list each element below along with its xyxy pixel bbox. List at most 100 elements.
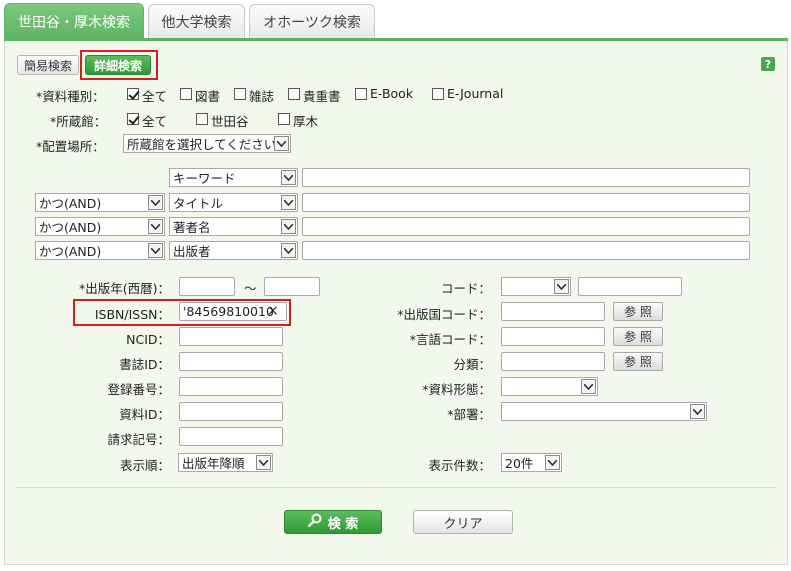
chevron-down-icon <box>281 170 296 185</box>
isbn-highlight <box>73 299 291 326</box>
tab-other-universities[interactable]: 他大学検索 <box>148 4 245 38</box>
chevron-down-icon <box>148 195 163 210</box>
operator-select-2[interactable]: かつ(AND) <box>35 193 165 212</box>
simple-search-button[interactable]: 簡易検索 <box>17 55 79 75</box>
sort-select[interactable]: 出版年降順 <box>178 453 273 472</box>
field-select-3-value: 著者名 <box>173 220 211 235</box>
clear-button[interactable]: クリア <box>413 510 513 534</box>
field-select-2-value: タイトル <box>173 196 224 211</box>
library-setagaya-checkbox[interactable] <box>196 113 208 125</box>
location-select-value: 所蔵館を選択してください <box>127 137 277 152</box>
call-no-label: 請求記号： <box>107 432 170 447</box>
chevron-down-icon <box>274 136 289 151</box>
field-select-1-value: キーワード <box>173 171 236 186</box>
classification-label: 分類： <box>453 357 491 372</box>
material-rare-label: 貴重書 <box>303 89 341 104</box>
material-type-label: *資料種別： <box>36 89 105 104</box>
material-magazine-checkbox[interactable] <box>234 88 246 100</box>
operator-select-3[interactable]: かつ(AND) <box>35 217 165 236</box>
library-setagaya-label: 世田谷 <box>211 114 249 129</box>
item-id-input[interactable] <box>179 402 283 421</box>
keyword-input-2[interactable] <box>302 193 750 212</box>
count-label: 表示件数： <box>428 458 491 473</box>
chevron-down-icon <box>581 379 596 394</box>
classification-ref-button[interactable]: 参 照 <box>613 352 663 371</box>
pub-year-tilde: ～ <box>244 281 257 296</box>
reg-no-input[interactable] <box>179 377 283 396</box>
field-select-3[interactable]: 著者名 <box>169 217 298 236</box>
chevron-down-icon <box>690 404 705 419</box>
keyword-input-3[interactable] <box>302 217 750 236</box>
pub-year-from-input[interactable] <box>179 277 235 296</box>
code-type-select[interactable] <box>501 277 571 296</box>
material-all-checkbox[interactable] <box>127 88 139 100</box>
tab-okhotsk[interactable]: オホーツク検索 <box>249 4 375 38</box>
material-magazine-label: 雑誌 <box>249 89 275 104</box>
operator-select-4[interactable]: かつ(AND) <box>35 241 165 260</box>
keyword-input-1[interactable] <box>302 168 750 187</box>
bib-id-label: 書誌ID： <box>119 357 170 372</box>
library-atsugi-checkbox[interactable] <box>278 113 290 125</box>
count-select[interactable]: 20件 <box>501 453 562 472</box>
pub-year-label: *出版年(西暦)： <box>78 281 170 296</box>
item-id-label: 資料ID： <box>119 407 170 422</box>
country-code-label: *出版国コード： <box>397 307 491 322</box>
language-code-input[interactable] <box>501 327 605 346</box>
chevron-down-icon <box>554 279 569 294</box>
country-code-ref-button[interactable]: 参 照 <box>613 302 663 321</box>
chevron-down-icon <box>545 455 560 470</box>
format-label: *資料形態： <box>422 382 491 397</box>
field-select-1[interactable]: キーワード <box>169 168 298 187</box>
material-ebook-checkbox[interactable] <box>355 88 367 100</box>
operator-select-4-value: かつ(AND) <box>39 244 102 259</box>
search-icon <box>307 513 322 531</box>
material-rare-checkbox[interactable] <box>288 88 300 100</box>
library-all-label: 全て <box>142 114 168 129</box>
holding-library-label: *所蔵館： <box>50 114 107 129</box>
divider <box>15 487 775 488</box>
search-button[interactable]: 検 索 <box>284 510 382 534</box>
call-no-input[interactable] <box>179 427 283 446</box>
sort-select-value: 出版年降順 <box>182 456 245 471</box>
field-select-2[interactable]: タイトル <box>169 193 298 212</box>
search-button-label: 検 索 <box>327 516 359 532</box>
country-code-input[interactable] <box>501 302 605 321</box>
format-select[interactable] <box>501 377 598 396</box>
language-code-ref-button[interactable]: 参 照 <box>613 327 663 346</box>
help-icon[interactable]: ? <box>761 57 775 71</box>
pub-year-to-input[interactable] <box>264 277 320 296</box>
library-atsugi-label: 厚木 <box>293 114 319 129</box>
library-all-checkbox[interactable] <box>127 113 139 125</box>
field-select-4[interactable]: 出版者 <box>169 241 298 260</box>
department-label: *部署： <box>447 407 491 422</box>
sort-label: 表示順： <box>119 458 170 473</box>
material-book-checkbox[interactable] <box>180 88 192 100</box>
reg-no-label: 登録番号： <box>107 382 170 397</box>
bib-id-input[interactable] <box>179 352 283 371</box>
chevron-down-icon <box>281 195 296 210</box>
chevron-down-icon <box>256 455 271 470</box>
ncid-input[interactable] <box>179 327 283 346</box>
chevron-down-icon <box>148 219 163 234</box>
advanced-search-highlight <box>80 50 158 80</box>
operator-select-3-value: かつ(AND) <box>39 220 102 235</box>
material-ejournal-label: E-Journal <box>447 86 504 101</box>
chevron-down-icon <box>148 243 163 258</box>
classification-input[interactable] <box>501 352 605 371</box>
keyword-input-4[interactable] <box>302 241 750 260</box>
language-code-label: *言語コード： <box>409 332 491 347</box>
count-select-value: 20件 <box>505 456 534 471</box>
ncid-label: NCID： <box>126 332 170 347</box>
material-all-label: 全て <box>142 89 168 104</box>
department-select[interactable] <box>501 402 707 421</box>
location-select[interactable]: 所蔵館を選択してください <box>123 134 291 153</box>
code-input[interactable] <box>578 277 682 296</box>
material-ejournal-checkbox[interactable] <box>432 88 444 100</box>
tab-setagaya-atsugi[interactable]: 世田谷・厚木検索 <box>4 3 144 39</box>
location-label: *配置場所： <box>36 139 105 154</box>
chevron-down-icon <box>281 219 296 234</box>
field-select-4-value: 出版者 <box>173 244 211 259</box>
code-label: コード： <box>440 281 491 296</box>
operator-select-2-value: かつ(AND) <box>39 196 102 211</box>
chevron-down-icon <box>281 243 296 258</box>
